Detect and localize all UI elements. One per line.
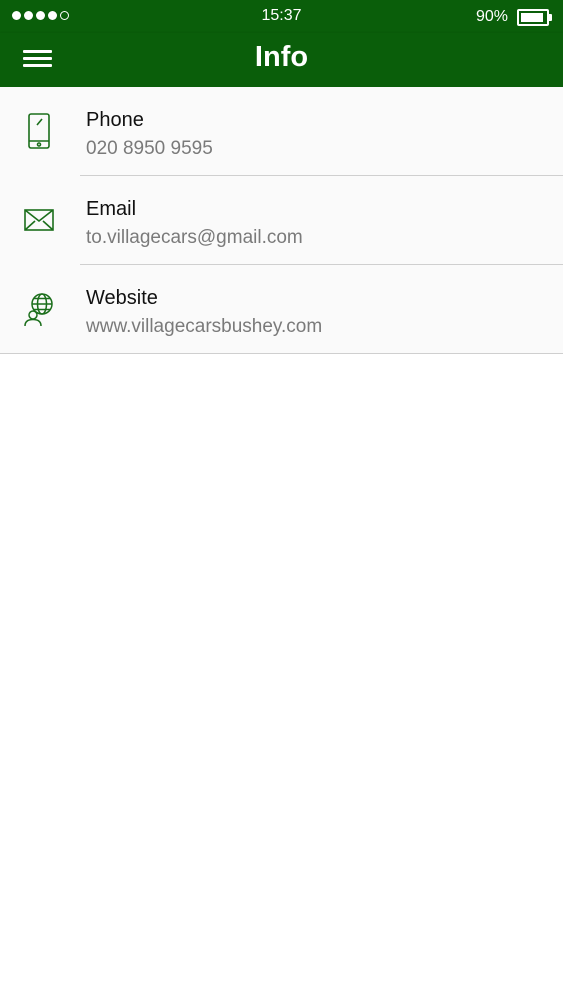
app-bar: Info: [0, 33, 563, 87]
info-list: Phone 020 8950 9595 Email to.villagecars…: [0, 87, 563, 354]
email-icon: [24, 209, 54, 231]
battery-percentage: 90%: [475, 8, 508, 25]
phone-number: 020 8950 9595: [86, 138, 213, 159]
info-item-email[interactable]: Email to.villagecars@gmail.com: [0, 176, 563, 265]
info-item-website[interactable]: Website www.villagecarsbushey.com: [0, 265, 563, 354]
email-address: to.villagecars@gmail.com: [86, 227, 303, 248]
info-item-title: Website: [86, 287, 158, 309]
divider: [0, 353, 563, 354]
info-item-title: Email: [86, 198, 137, 220]
info-item-phone[interactable]: Phone 020 8950 9595: [0, 87, 563, 176]
page-title: Info: [254, 41, 309, 73]
battery-icon: [517, 9, 552, 26]
status-bar: 15:37 90%: [0, 0, 563, 33]
website-icon: [24, 293, 53, 327]
screen: 15:37 90% Info Phone 020 8950 9595 Email…: [0, 0, 563, 1000]
info-item-title: Phone: [86, 109, 144, 131]
phone-icon: [28, 113, 50, 149]
battery-fill: [521, 13, 543, 22]
website-url: www.villagecarsbushey.com: [86, 316, 323, 337]
